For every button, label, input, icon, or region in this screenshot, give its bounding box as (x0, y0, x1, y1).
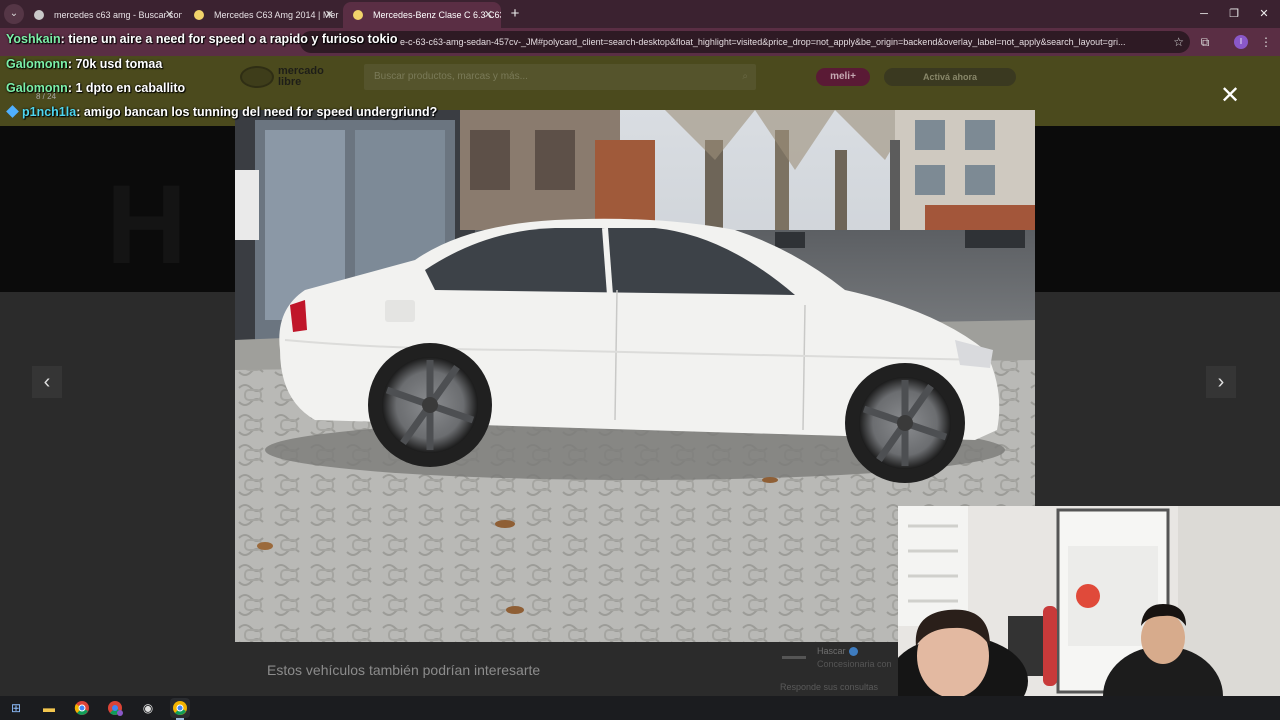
seller-name: Hascar (817, 646, 846, 656)
chat-message: p1nch1la: amigo bancan los tunning del n… (6, 105, 437, 119)
next-image-button[interactable]: › (1206, 366, 1236, 398)
handshake-logo-icon (240, 66, 274, 88)
google-favicon-icon (34, 10, 44, 20)
subscriber-badge-icon (6, 105, 19, 118)
restore-button[interactable]: ❐ (1224, 4, 1244, 24)
close-gallery-button[interactable]: ✕ (1218, 84, 1242, 108)
tab-list-button[interactable]: ⌄ (4, 4, 24, 24)
tab-mercadolibre-listing[interactable]: Mercedes C63 Amg 2014 | Mer ✕ (184, 2, 342, 28)
chrome-icon[interactable] (72, 698, 92, 718)
suggestions-heading: Estos vehículos también podrían interesa… (267, 662, 541, 678)
tab-title: Mercedes C63 Amg 2014 | Mer (214, 10, 339, 20)
mercadolibre-logo[interactable]: mercado libre (240, 66, 340, 92)
windows-start-icon[interactable]: ⊞ (6, 698, 26, 718)
chat-text: : 1 dpto en caballito (67, 81, 186, 95)
chrome-active-icon[interactable] (170, 698, 190, 718)
webcam-image (898, 506, 1280, 696)
mercadolibre-favicon-icon (353, 10, 363, 20)
logo-text: libre (278, 76, 302, 88)
chat-message: Yoshkain: tiene un aire a need for speed… (6, 32, 398, 46)
meli-plus-badge[interactable]: meli+ (816, 68, 870, 86)
search-icon[interactable]: ⌕ (742, 64, 748, 90)
previous-image-button[interactable]: ‹ (32, 366, 62, 398)
chat-username: Yoshkain (6, 32, 61, 46)
close-window-button[interactable]: ✕ (1254, 4, 1274, 24)
address-bar[interactable]: e-c-63-c63-amg-sedan-457cv-_JM#polycard_… (300, 31, 1190, 53)
tab-google-search[interactable]: mercedes c63 amg - Buscar con ✕ (24, 2, 182, 28)
browser-tab-bar: ⌄ mercedes c63 amg - Buscar con ✕ Merced… (0, 0, 1280, 28)
obs-icon[interactable]: ◉ (138, 698, 158, 718)
seller-logo (782, 656, 806, 659)
chat-text: : amigo bancan los tunning del need for … (76, 105, 438, 119)
chat-text: : 70k usd tomaa (67, 57, 163, 71)
windows-taskbar: ⊞ ▬ ◉ (0, 696, 1280, 720)
extensions-icon[interactable]: ⧉ (1197, 34, 1213, 50)
chat-message: Galomonn: 70k usd tomaa (6, 57, 162, 71)
seller-response: Responde sus consultas (780, 682, 879, 692)
chat-text: : tiene un aire a need for speed o a rap… (60, 32, 398, 46)
file-explorer-icon[interactable]: ▬ (39, 698, 59, 718)
chat-username: p1nch1la (22, 105, 77, 119)
verified-icon (848, 647, 858, 657)
close-tab-icon[interactable]: ✕ (484, 2, 493, 28)
activate-button[interactable]: Activá ahora (884, 68, 1016, 86)
url-text: e-c-63-c63-amg-sedan-457cv-_JM#polycard_… (400, 37, 1126, 47)
seller-card[interactable]: Hascar Concesionaria con Responde sus co… (780, 646, 900, 692)
tab-title: Mercedes-Benz Clase C 6.3 C63 (373, 10, 501, 20)
bookmark-star-icon[interactable]: ☆ (1173, 31, 1184, 53)
minimize-button[interactable]: ─ (1194, 4, 1214, 24)
search-placeholder: Buscar productos, marcas y más... (374, 71, 528, 82)
chat-message: Galomonn: 1 dpto en caballito (6, 81, 185, 95)
chrome-profile-icon[interactable] (105, 698, 125, 718)
chat-username: Galomonn (6, 81, 68, 95)
site-search-input[interactable]: Buscar productos, marcas y más... ⌕ (364, 64, 756, 90)
tab-mercedes-c63[interactable]: Mercedes-Benz Clase C 6.3 C63 ✕ (343, 2, 501, 28)
mercadolibre-favicon-icon (194, 10, 204, 20)
close-tab-icon[interactable]: ✕ (325, 2, 334, 28)
chat-username: Galomonn (6, 57, 68, 71)
seller-type: Concesionaria con (817, 659, 892, 669)
tab-title: mercedes c63 amg - Buscar con (54, 10, 182, 20)
new-tab-button[interactable]: + (506, 5, 524, 23)
menu-kebab-icon[interactable]: ⋮ (1258, 34, 1274, 50)
close-tab-icon[interactable]: ✕ (165, 2, 174, 28)
webcam-overlay (898, 506, 1280, 696)
profile-avatar[interactable]: I (1234, 35, 1248, 49)
